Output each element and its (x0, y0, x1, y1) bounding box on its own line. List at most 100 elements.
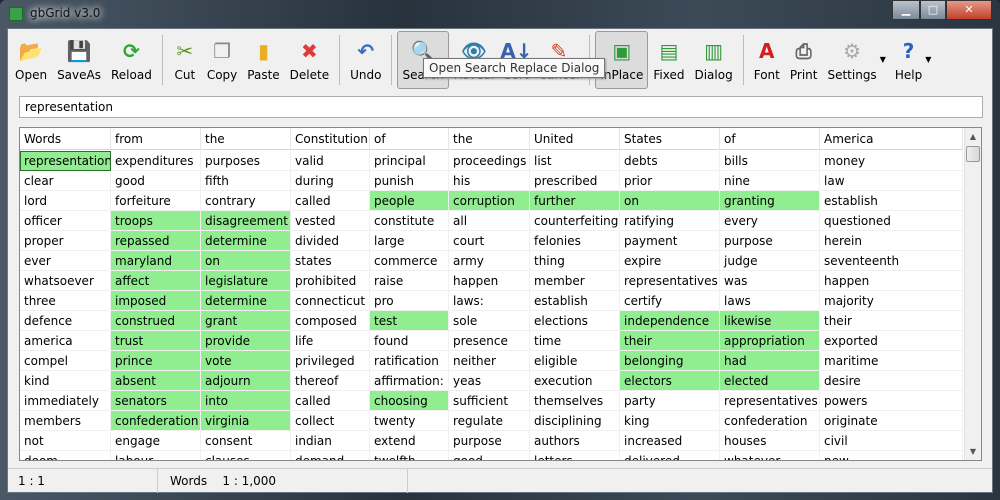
grid-cell[interactable]: ratification (370, 351, 449, 371)
grid-cell[interactable]: test (370, 311, 449, 331)
grid-cell[interactable]: absent (111, 371, 201, 391)
grid-cell[interactable]: their (820, 311, 963, 331)
grid-cell[interactable]: his (449, 171, 530, 191)
grid-cell[interactable]: kind (20, 371, 111, 391)
grid-cell[interactable]: happen (449, 271, 530, 291)
grid-cell[interactable]: labour (111, 451, 201, 460)
grid-cell[interactable]: senators (111, 391, 201, 411)
grid-cell[interactable]: commerce (370, 251, 449, 271)
grid-cell[interactable]: time (530, 331, 620, 351)
grid-cell[interactable]: was (720, 271, 820, 291)
grid-cell[interactable]: corruption (449, 191, 530, 211)
grid-cell[interactable]: troops (111, 211, 201, 231)
grid-cell[interactable]: raise (370, 271, 449, 291)
grid-cell[interactable]: majority (820, 291, 963, 311)
grid-cell[interactable]: army (449, 251, 530, 271)
grid-cell[interactable]: money (820, 151, 963, 171)
grid-cell[interactable]: member (530, 271, 620, 291)
grid-cell[interactable]: elections (530, 311, 620, 331)
grid-cell[interactable]: purpose (720, 231, 820, 251)
grid-cell[interactable]: consent (201, 431, 291, 451)
grid-cell[interactable]: houses (720, 431, 820, 451)
grid-cell[interactable]: principal (370, 151, 449, 171)
grid-cell[interactable]: found (370, 331, 449, 351)
grid-cell[interactable]: herein (820, 231, 963, 251)
column-header[interactable]: of (370, 128, 449, 150)
grid-cell[interactable]: representatives (720, 391, 820, 411)
grid-cell[interactable]: punish (370, 171, 449, 191)
column-header[interactable]: United (530, 128, 620, 150)
grid-cell[interactable]: all (449, 211, 530, 231)
grid-cell[interactable]: prior (620, 171, 720, 191)
print-button[interactable]: ⎙ Print (785, 31, 823, 89)
grid-cell[interactable]: determine (201, 231, 291, 251)
grid-cell[interactable]: expire (620, 251, 720, 271)
grid-cell[interactable]: fifth (201, 171, 291, 191)
grid-cell[interactable]: indian (291, 431, 370, 451)
grid-cell[interactable]: engage (111, 431, 201, 451)
column-header[interactable]: from (111, 128, 201, 150)
grid-cell[interactable]: ever (20, 251, 111, 271)
grid-cell[interactable]: clear (20, 171, 111, 191)
grid-cell[interactable]: likewise (720, 311, 820, 331)
grid-cell[interactable]: appropriation (720, 331, 820, 351)
grid-cell[interactable]: representatives (620, 271, 720, 291)
font-button[interactable]: A Font (749, 31, 785, 89)
paste-button[interactable]: ▮ Paste (242, 31, 284, 89)
grid-cell[interactable]: called (291, 391, 370, 411)
grid-cell[interactable]: divided (291, 231, 370, 251)
grid-cell[interactable]: affect (111, 271, 201, 291)
grid-cell[interactable]: nine (720, 171, 820, 191)
grid-cell[interactable]: yeas (449, 371, 530, 391)
saveas-button[interactable]: 💾 SaveAs (52, 31, 106, 89)
grid-cell[interactable]: sole (449, 311, 530, 331)
grid-cell[interactable]: every (720, 211, 820, 231)
grid-cell[interactable]: court (449, 231, 530, 251)
grid-cell[interactable]: prohibited (291, 271, 370, 291)
grid-cell[interactable]: electors (620, 371, 720, 391)
grid-cell[interactable]: members (20, 411, 111, 431)
minimize-button[interactable]: ▁ (892, 0, 920, 20)
grid-cell[interactable]: pro (370, 291, 449, 311)
grid-cell[interactable]: independence (620, 311, 720, 331)
grid-cell[interactable]: construed (111, 311, 201, 331)
grid-cell[interactable]: party (620, 391, 720, 411)
grid-cell[interactable]: into (201, 391, 291, 411)
grid-cell[interactable]: forfeiture (111, 191, 201, 211)
dropdown-arrow-icon[interactable]: ▼ (880, 55, 886, 64)
grid-cell[interactable]: confederation (111, 411, 201, 431)
grid-cell[interactable]: sufficient (449, 391, 530, 411)
maximize-button[interactable]: □ (920, 0, 946, 20)
grid-cell[interactable]: eligible (530, 351, 620, 371)
grid-cell[interactable]: thereof (291, 371, 370, 391)
grid-cell[interactable]: desire (820, 371, 963, 391)
grid-cell[interactable]: payment (620, 231, 720, 251)
grid-cell[interactable]: king (620, 411, 720, 431)
grid-cell[interactable]: list (530, 151, 620, 171)
grid-cell[interactable]: increased (620, 431, 720, 451)
grid-cell[interactable]: legislature (201, 271, 291, 291)
grid-cell[interactable]: maritime (820, 351, 963, 371)
grid-cell[interactable]: demand (291, 451, 370, 460)
grid-cell[interactable]: law (820, 171, 963, 191)
grid-cell[interactable]: states (291, 251, 370, 271)
grid-cell[interactable]: twenty (370, 411, 449, 431)
undo-button[interactable]: ↶ Undo (345, 31, 386, 89)
grid-cell[interactable]: on (620, 191, 720, 211)
grid-cell[interactable]: thing (530, 251, 620, 271)
grid-cell[interactable]: three (20, 291, 111, 311)
grid-cell[interactable]: virginia (201, 411, 291, 431)
grid-cell[interactable]: purpose (449, 431, 530, 451)
grid-cell[interactable]: proceedings (449, 151, 530, 171)
grid-cell[interactable]: seventeenth (820, 251, 963, 271)
dropdown-arrow-icon[interactable]: ▼ (925, 55, 931, 64)
grid-cell[interactable]: laws (720, 291, 820, 311)
grid-cell[interactable]: grant (201, 311, 291, 331)
grid-cell[interactable]: officer (20, 211, 111, 231)
grid-cell[interactable]: further (530, 191, 620, 211)
vertical-scrollbar[interactable]: ▲ ▼ (964, 128, 981, 460)
grid-cell[interactable]: doom (20, 451, 111, 460)
grid-cell[interactable]: laws: (449, 291, 530, 311)
column-header[interactable]: the (201, 128, 291, 150)
grid-cell[interactable]: expenditures (111, 151, 201, 171)
